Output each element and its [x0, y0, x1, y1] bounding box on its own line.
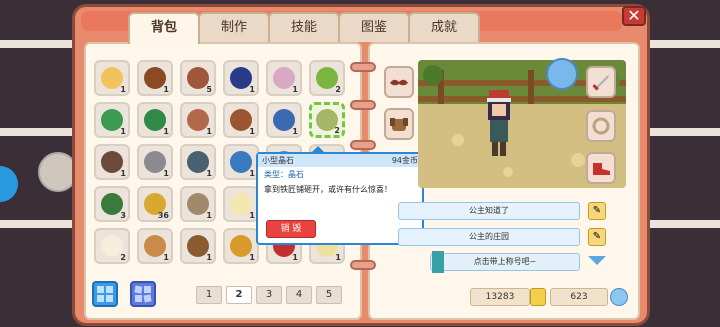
item-count: 1	[335, 253, 341, 262]
inventory-slot[interactable]: 1	[180, 228, 216, 264]
inventory-slot[interactable]: 5	[180, 60, 216, 96]
inventory-slot[interactable]: 1	[223, 102, 259, 138]
gem-icon[interactable]	[610, 288, 628, 306]
bookmark-icon	[432, 251, 444, 273]
mustache-button[interactable]	[384, 66, 414, 98]
title-banner[interactable]: 点击带上称号吧~	[430, 253, 580, 271]
binder-ring	[350, 62, 376, 72]
item-count: 1	[249, 253, 255, 262]
edit-title-button[interactable]: ✎	[588, 202, 606, 220]
binder-ring	[350, 100, 376, 110]
tab-achievements[interactable]: 成就	[408, 12, 480, 42]
item-count: 1	[206, 169, 212, 178]
inventory-slot[interactable]: 1	[223, 228, 259, 264]
page-button[interactable]: 1	[196, 286, 222, 304]
item-count: 1	[120, 85, 126, 94]
item-count: 1	[292, 85, 298, 94]
grid-view-button[interactable]	[92, 281, 118, 307]
inventory-slot[interactable]: 2	[309, 60, 345, 96]
accessory-button[interactable]	[586, 110, 616, 142]
binder-ring	[350, 260, 376, 270]
shoes-button[interactable]	[586, 152, 616, 184]
mustache-icon	[390, 79, 408, 86]
item-count: 1	[206, 211, 212, 220]
tooltip-price: 94金币	[391, 156, 418, 165]
dog-icon	[390, 118, 408, 131]
item-count: 1	[249, 127, 255, 136]
tab-skills[interactable]: 技能	[268, 12, 340, 42]
item-count: 2	[335, 85, 341, 94]
boot-icon	[593, 163, 610, 175]
chevron-down-icon[interactable]	[588, 256, 606, 265]
inventory-slot[interactable]: 1	[180, 186, 216, 222]
edit-garden-name-button[interactable]: ✎	[588, 228, 606, 246]
tooltip-description: 拿到铁匠铺砸开，或许有什么惊喜！	[264, 185, 392, 194]
item-count: 1	[163, 127, 169, 136]
gear-icon[interactable]	[546, 58, 578, 90]
item-count: 2	[334, 126, 340, 135]
inventory-slot[interactable]: 1	[137, 60, 173, 96]
item-count: 3	[120, 211, 126, 220]
item-count: 1	[292, 127, 298, 136]
sword-icon	[592, 74, 609, 91]
binder-ring	[350, 140, 376, 150]
inventory-slot[interactable]: 2	[309, 102, 345, 138]
inventory-slot[interactable]: 1	[94, 144, 130, 180]
item-count: 1	[120, 169, 126, 178]
item-count: 1	[292, 253, 298, 262]
tab-bar: 背包 制作 技能 图鉴 成就	[128, 12, 480, 44]
inventory-slot[interactable]: 1	[137, 144, 173, 180]
inventory-slot[interactable]: 1	[180, 102, 216, 138]
ring-icon	[592, 117, 610, 135]
item-count: 36	[157, 211, 169, 220]
inventory-slot[interactable]: 36	[137, 186, 173, 222]
inventory-slot[interactable]: 1	[266, 102, 302, 138]
item-count: 1	[249, 169, 255, 178]
side-menu-button[interactable]	[0, 166, 18, 202]
inventory-slot[interactable]: 1	[180, 144, 216, 180]
inventory-slot[interactable]: 1	[223, 186, 259, 222]
page-button[interactable]: 4	[286, 286, 312, 304]
item-count: 1	[120, 127, 126, 136]
inventory-slot[interactable]: 1	[223, 144, 259, 180]
item-count: 1	[163, 169, 169, 178]
gem-counter: 623	[550, 288, 608, 306]
tab-crafting[interactable]: 制作	[198, 12, 270, 42]
sort-button[interactable]	[130, 281, 156, 307]
pagination: 1 2 3 4 5	[196, 286, 342, 304]
item-count: 2	[120, 253, 126, 262]
weapon-button[interactable]	[586, 66, 616, 98]
inventory-slot[interactable]: 1	[223, 60, 259, 96]
tab-backpack[interactable]: 背包	[128, 12, 200, 44]
page-button[interactable]: 5	[316, 286, 342, 304]
pet-button[interactable]	[384, 108, 414, 140]
grid-icon	[97, 286, 113, 302]
close-button[interactable]: ✕	[622, 6, 646, 26]
inventory-slot[interactable]: 1	[94, 60, 130, 96]
sort-icon	[134, 285, 152, 303]
item-count: 5	[206, 85, 212, 94]
item-count: 1	[163, 85, 169, 94]
tab-collection[interactable]: 图鉴	[338, 12, 410, 42]
tooltip-type: 类型：晶石	[264, 170, 304, 179]
title-field-1[interactable]: 公主知道了	[398, 202, 580, 220]
destroy-button[interactable]: 销 毁	[266, 220, 316, 238]
page-button[interactable]: 2	[226, 286, 252, 304]
item-count: 1	[249, 211, 255, 220]
item-count: 1	[163, 253, 169, 262]
inventory-slot[interactable]: 1	[94, 102, 130, 138]
item-count: 1	[206, 253, 212, 262]
inventory-slot[interactable]: 3	[94, 186, 130, 222]
item-count: 1	[206, 127, 212, 136]
title-field-2[interactable]: 公主的庄园	[398, 228, 580, 246]
page-button[interactable]: 3	[256, 286, 282, 304]
gold-counter: 13283	[470, 288, 530, 306]
inventory-slot[interactable]: 2	[94, 228, 130, 264]
tooltip-item-name: 小型晶石	[262, 156, 294, 165]
item-count: 1	[249, 85, 255, 94]
inventory-slot[interactable]: 1	[137, 102, 173, 138]
inventory-slot[interactable]: 1	[266, 60, 302, 96]
inventory-slot[interactable]: 1	[137, 228, 173, 264]
coin-icon	[530, 288, 546, 306]
